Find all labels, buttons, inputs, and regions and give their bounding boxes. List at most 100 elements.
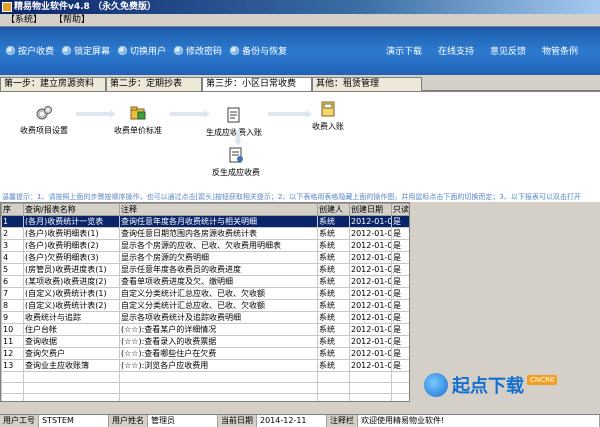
bullet-icon: [174, 46, 184, 55]
table-cell: 是: [391, 299, 409, 312]
column-header[interactable]: 序: [1, 203, 24, 216]
table-cell: 2012-01-01: [349, 335, 392, 348]
table-cell: 系统: [317, 263, 350, 276]
demo-download-link[interactable]: 演示下载: [386, 44, 422, 57]
table-header-row: 序 查询/报表名称 注释 创建人 创建日期 只读: [1, 203, 409, 216]
table-cell: 显示各个房源的欠费明细: [119, 251, 318, 264]
tab-other[interactable]: 其他：租赁管理: [312, 77, 422, 91]
empty-row: [1, 393, 409, 401]
table-cell: 6: [1, 275, 24, 288]
table-cell: 2012-01-01: [349, 299, 392, 312]
table-cell: 是: [391, 335, 409, 348]
flow-arrow: [170, 110, 210, 118]
fee-entry-label: 收费入账: [312, 122, 344, 131]
change-password-label: 修改密码: [186, 47, 223, 57]
column-header[interactable]: 创建人: [317, 203, 350, 216]
bullet-icon: [118, 46, 128, 55]
table-cell: 自定义分类统计汇总应收、已收、欠收额: [119, 299, 318, 312]
window-title: 精易物业软件v4.8 （永久免费版）: [14, 2, 156, 12]
table-cell: (自定义)收费统计表(1): [23, 287, 120, 300]
toolbar: 按户收费 锁定屏幕 切换用户 修改密码 备份与恢复 演示下载 在线支持 意见反馈…: [0, 27, 600, 75]
table-cell: 系统: [317, 251, 350, 264]
empty-row: [1, 382, 409, 394]
table-cell: 查询任意年度各月收费统计与相关明细: [119, 215, 318, 228]
menu-help[interactable]: 【帮助】: [48, 14, 96, 26]
table-cell: 系统: [317, 323, 350, 336]
table-cell: 是: [391, 311, 409, 324]
tab-step-1[interactable]: 第一步：建立房源资料: [0, 77, 106, 91]
table-row[interactable]: 4(各户)欠费明细表(3)显示各个房源的欠费明细系统2012-01-01是: [1, 251, 409, 264]
table-cell: 2012-01-01: [349, 323, 392, 336]
table-cell: (房管员)收费进度表(1): [23, 263, 120, 276]
table-row[interactable]: 6(某项收费)收费进度(2)查看单项收费进度及欠、缴明细系统2012-01-01…: [1, 275, 409, 288]
note-label: 注释栏: [327, 415, 358, 427]
online-support-link[interactable]: 在线支持: [438, 44, 474, 57]
table-cell: 是: [391, 215, 409, 228]
table-cell: 系统: [317, 239, 350, 252]
column-header[interactable]: 创建日期: [349, 203, 392, 216]
table-cell: 7: [1, 287, 24, 300]
table-cell: 系统: [317, 215, 350, 228]
table-row[interactable]: 10住户台帐(☆☆):查看某户的详细情况系统2012-01-01是: [1, 323, 409, 336]
table-row[interactable]: 3 (各户)收费明细表(2) 显示各个房源的应收、已收、欠收费用明细表 系统 2012-…: [1, 239, 409, 252]
logo-icon: [424, 373, 448, 397]
watermark-badge: CNCRK: [527, 375, 558, 385]
regulations-link[interactable]: 物管条例: [542, 44, 578, 57]
unit-price-node[interactable]: 收费单价标准: [114, 104, 162, 136]
tab-step-2[interactable]: 第二步：定期抄表: [106, 77, 202, 91]
column-header[interactable]: 只读: [391, 203, 409, 216]
report-table: 序 查询/报表名称 注释 创建人 创建日期 只读 1 (各月)收费统计一览表 查询任…: [0, 202, 410, 402]
user-name-label: 用户姓名: [109, 415, 148, 427]
table-row[interactable]: 2 (各户)收费明细表(1) 查询任意日期范围内各房源收费统计表 系统 2012-01-…: [1, 227, 409, 240]
app-icon: [2, 2, 12, 12]
table-cell: 13: [1, 359, 24, 372]
change-password-button[interactable]: 修改密码: [174, 44, 222, 57]
switch-user-button[interactable]: 切换用户: [118, 44, 166, 57]
table-cell: 10: [1, 323, 24, 336]
table-row[interactable]: 9收费统计与追踪显示各项收费统计及追踪收费明细系统2012-01-01是: [1, 311, 409, 324]
table-cell: (☆☆):浏览各户应收费用: [119, 359, 318, 372]
table-cell: 2012-01-01: [349, 227, 392, 240]
feedback-link[interactable]: 意见反馈: [490, 44, 526, 57]
table-cell: (☆☆):查看某户的详细情况: [119, 323, 318, 336]
table-cell: 查询收据: [23, 335, 120, 348]
reverse-receivable-node[interactable]: 反生成应收费: [212, 146, 260, 178]
table-row[interactable]: 11查询收据(☆☆):查看录入的收费票据系统2012-01-01是: [1, 335, 409, 348]
table-cell: 是: [391, 323, 409, 336]
table-cell: (各户)收费明细表(2): [23, 239, 120, 252]
backup-restore-button[interactable]: 备份与恢复: [230, 44, 287, 57]
table-cell: 2012-01-01: [349, 239, 392, 252]
charge-by-household-button[interactable]: 按户收费: [6, 44, 54, 57]
document-icon: [227, 107, 240, 123]
bullet-icon: [62, 46, 72, 55]
book-icon: [321, 101, 335, 117]
lock-screen-button[interactable]: 锁定屏幕: [62, 44, 110, 57]
table-cell: 12: [1, 347, 24, 360]
table-cell: (自定义)收费统计表(2): [23, 299, 120, 312]
tab-step-3[interactable]: 第三步：小区日常收费: [202, 77, 312, 91]
table-row[interactable]: 7 (自定义)收费统计表(1) 自定义分类统计汇总应收、已收、欠收额 系统 2012-0…: [1, 287, 409, 300]
table-row[interactable]: 1(各月)收费统计一览表查询任意年度各月收费统计与相关明细系统2012-01-0…: [1, 215, 409, 228]
table-cell: 收费统计与追踪: [23, 311, 120, 324]
table-cell: 是: [391, 287, 409, 300]
menu-system[interactable]: 【系统】: [0, 14, 48, 26]
table-cell: 查询欠费户: [23, 347, 120, 360]
table-cell: 系统: [317, 275, 350, 288]
table-cell: 2: [1, 227, 24, 240]
fee-item-setup-node[interactable]: 收费项目设置: [20, 104, 68, 136]
table-cell: 显示任意年度各收费员的收费进度: [119, 263, 318, 276]
table-row[interactable]: 12查询欠费户(☆☆):查看哪些住户在欠费系统2012-01-01是: [1, 347, 409, 360]
menu-bar: 【系统】 【帮助】: [0, 14, 600, 27]
watermark-text: 起点下载: [452, 376, 524, 397]
table-cell: 2012-01-01: [349, 347, 392, 360]
fee-entry-node[interactable]: 收费入账: [312, 100, 344, 132]
table-row[interactable]: 5(房管员)收费进度表(1)显示任意年度各收费员的收费进度系统2012-01-0…: [1, 263, 409, 276]
table-cell: 系统: [317, 335, 350, 348]
date-label: 当前日期: [218, 415, 257, 427]
table-row[interactable]: 13查询业主应收账簿(☆☆):浏览各户应收费用系统2012-01-01是: [1, 359, 409, 372]
table-row[interactable]: 8 (自定义)收费统计表(2) 自定义分类统计汇总应收、已收、欠收额 系统 2012-0…: [1, 299, 409, 312]
column-header[interactable]: 注释: [119, 203, 318, 216]
table-cell: 显示各个房源的应收、已收、欠收费用明细表: [119, 239, 318, 252]
switch-user-label: 切换用户: [130, 47, 167, 57]
column-header[interactable]: 查询/报表名称: [23, 203, 120, 216]
